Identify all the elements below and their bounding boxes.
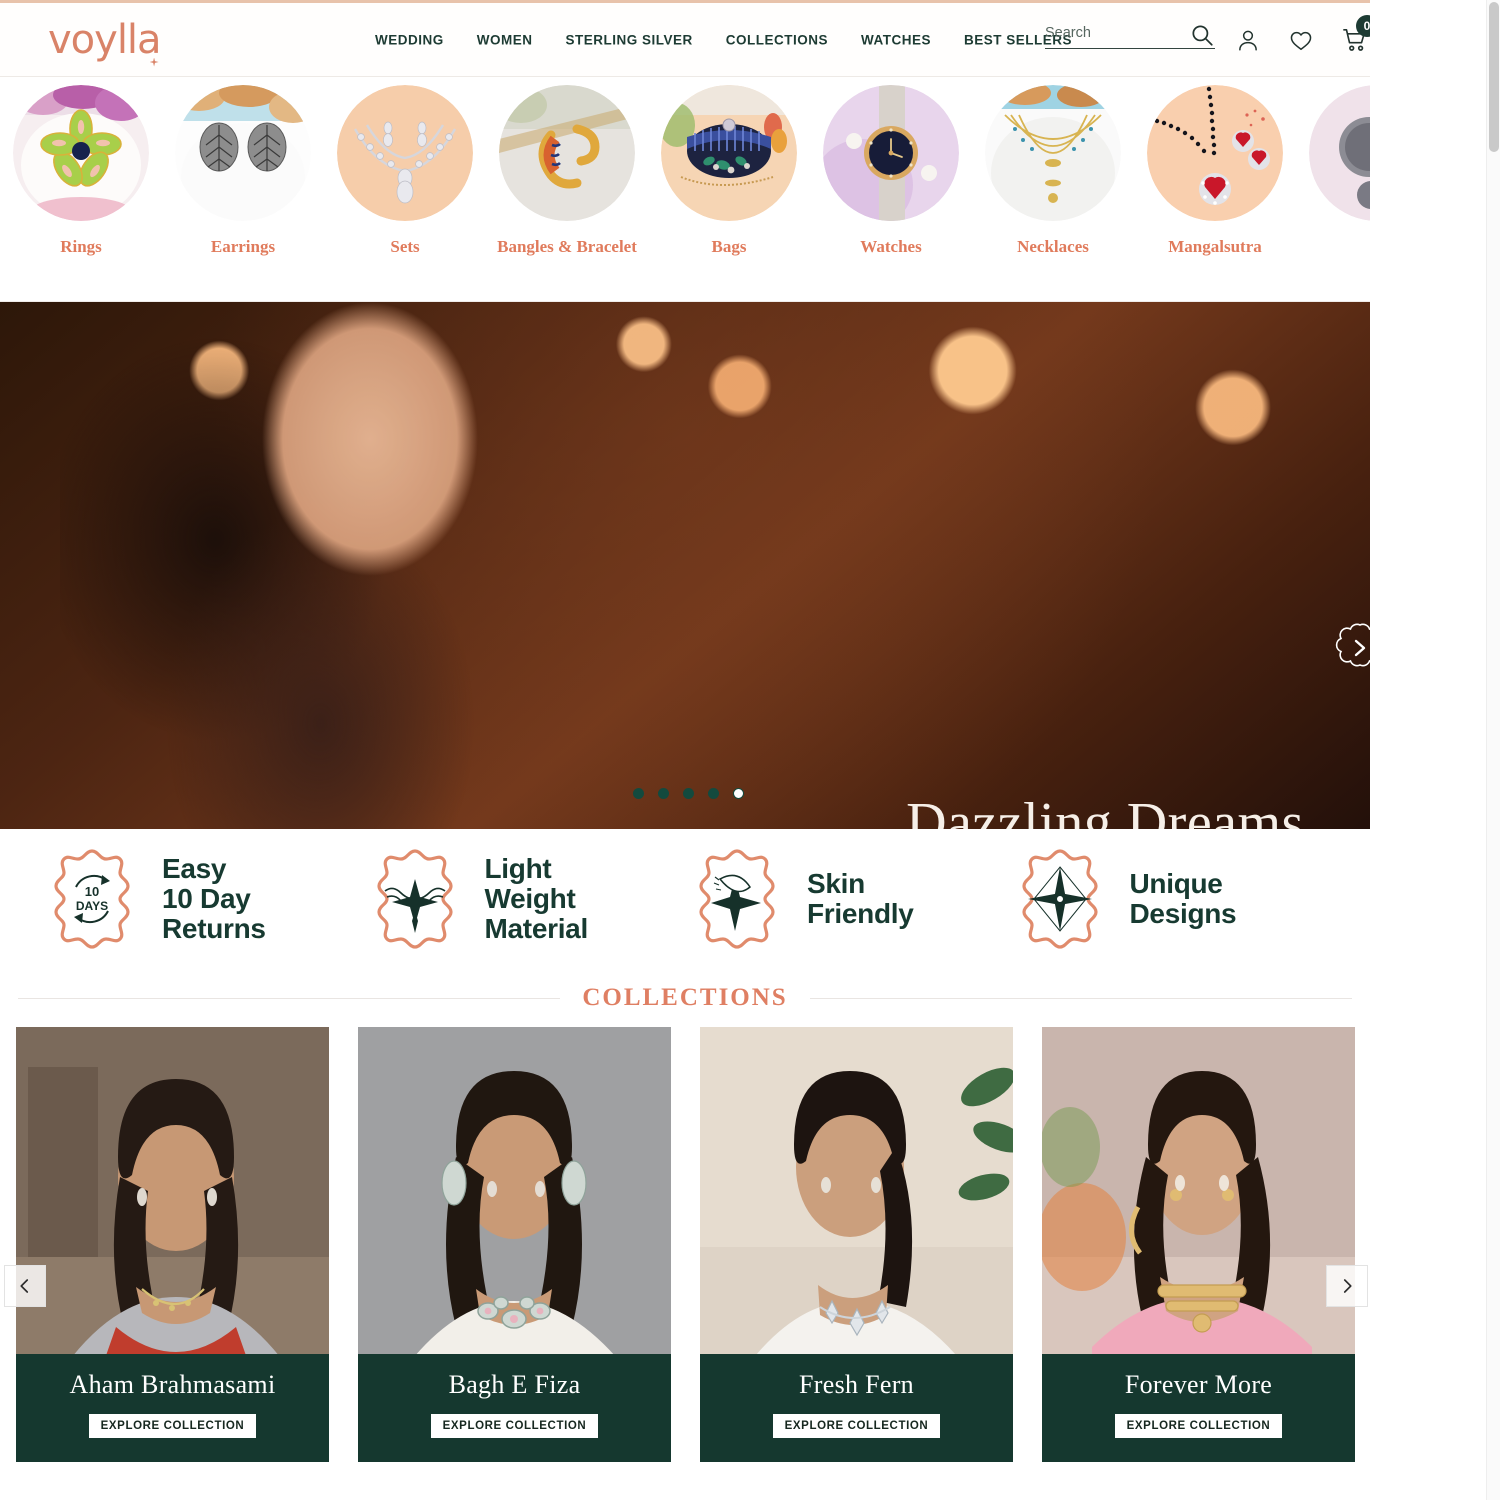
hero-next-arrow-button[interactable] — [1334, 622, 1370, 674]
feature-light-weight: Light Weight Material — [363, 847, 686, 951]
collection-name: Bagh E Fiza — [448, 1370, 581, 1399]
feather-skin-icon — [685, 847, 789, 951]
hero-title: Dazzling Dreams — [906, 792, 1304, 829]
site-header: voylla WEDDING WOMEN STERLING SILVER COL… — [0, 3, 1370, 77]
category-item-earrings[interactable]: Earrings — [162, 85, 324, 257]
ten-days-return-icon: 10 DAYS — [40, 847, 144, 951]
nav-item-collections[interactable]: COLLECTIONS — [726, 32, 828, 47]
brand-logo[interactable]: voylla — [48, 16, 162, 63]
nav-item-watches[interactable]: WATCHES — [861, 32, 931, 47]
hero-dot-5-active[interactable] — [733, 788, 744, 799]
feature-label: Skin Friendly — [807, 867, 914, 929]
category-image-bags — [661, 85, 797, 221]
hero-dot-2[interactable] — [658, 788, 669, 799]
divider-left — [18, 997, 561, 999]
collections-grid: Aham Brahmasami EXPLORE COLLECTION Bagh … — [16, 1027, 1355, 1462]
feature-label: Unique Designs — [1129, 867, 1237, 929]
collection-name: Fresh Fern — [799, 1370, 914, 1399]
collection-caption: Bagh E Fiza EXPLORE COLLECTION — [358, 1354, 671, 1462]
category-image-sets — [337, 85, 473, 221]
svg-text:10: 10 — [85, 884, 99, 899]
browser-viewport: voylla WEDDING WOMEN STERLING SILVER COL… — [0, 0, 1500, 1500]
category-image-bangles — [499, 85, 635, 221]
collection-name: Forever More — [1124, 1370, 1273, 1399]
cart-icon[interactable]: 0 — [1341, 14, 1370, 54]
svg-text:DAYS: DAYS — [76, 899, 108, 913]
collection-card[interactable]: Bagh E Fiza EXPLORE COLLECTION — [358, 1027, 671, 1462]
collections-title: COLLECTIONS — [582, 984, 788, 1011]
category-image-necklaces — [985, 85, 1121, 221]
explore-collection-button[interactable]: EXPLORE COLLECTION — [1114, 1414, 1283, 1438]
search-box — [1045, 25, 1215, 49]
hero-model-image — [60, 302, 680, 829]
category-image-mangalsutra — [1147, 85, 1283, 221]
category-item-watches[interactable]: Watches — [810, 85, 972, 257]
category-image-partial — [1309, 85, 1370, 221]
collection-card[interactable]: Forever More EXPLORE COLLECTION — [1042, 1027, 1355, 1462]
explore-collection-button[interactable]: EXPLORE COLLECTION — [772, 1414, 941, 1438]
category-image-rings — [13, 85, 149, 221]
category-label: Watches — [860, 237, 922, 256]
category-label: Rings — [60, 237, 102, 256]
explore-collection-button[interactable]: EXPLORE COLLECTION — [88, 1414, 257, 1438]
feature-skin-friendly: Skin Friendly — [685, 847, 1008, 951]
explore-collection-button[interactable]: EXPLORE COLLECTION — [430, 1414, 599, 1438]
feature-easy-returns: 10 DAYS Easy 10 Day Returns — [40, 847, 363, 951]
category-label: Earrings — [210, 237, 276, 256]
hero-carousel-dots — [633, 788, 744, 799]
category-label: Sets — [390, 237, 420, 256]
divider-right — [809, 997, 1353, 999]
page-scrollbar[interactable] — [1486, 0, 1500, 1500]
category-item-bags[interactable]: Bags — [648, 85, 810, 257]
category-item-partial-next[interactable] — [1296, 85, 1370, 257]
scrollbar-thumb[interactable] — [1489, 2, 1499, 152]
collections-header: COLLECTIONS — [18, 969, 1353, 1027]
collection-card[interactable]: Aham Brahmasami EXPLORE COLLECTION — [16, 1027, 329, 1462]
hero-dot-3[interactable] — [683, 788, 694, 799]
collections-next-arrow[interactable] — [1326, 1265, 1368, 1307]
collection-caption: Forever More EXPLORE COLLECTION — [1042, 1354, 1355, 1462]
category-strip: Rings Earrings Sets Bangles & Bracelet B… — [0, 77, 1370, 302]
category-list: Rings Earrings Sets Bangles & Bracelet B… — [0, 85, 1370, 257]
search-icon[interactable] — [1189, 22, 1215, 53]
hero-dot-4[interactable] — [708, 788, 719, 799]
nav-item-women[interactable]: WOMEN — [477, 32, 533, 47]
header-icon-group: 0 — [1235, 14, 1370, 54]
category-label: Bangles & Bracelet — [497, 237, 637, 256]
collections-prev-arrow[interactable] — [4, 1265, 46, 1307]
category-label: Necklaces — [1017, 237, 1089, 256]
collection-name: Aham Brahmasami — [69, 1370, 276, 1399]
category-item-mangalsutra[interactable]: Mangalsutra — [1134, 85, 1296, 257]
category-image-watches — [823, 85, 959, 221]
compass-star-icon — [1008, 847, 1112, 951]
feature-label: Light Weight Material — [484, 852, 589, 945]
nav-item-sterling-silver[interactable]: STERLING SILVER — [566, 32, 693, 47]
category-image-earrings — [175, 85, 311, 221]
search-input[interactable] — [1045, 25, 1175, 41]
light-weight-icon — [363, 847, 467, 951]
hero-copy-block: Dazzling Dreams Create Moments that Spar… — [845, 794, 1365, 829]
feature-unique-designs: Unique Designs — [1008, 847, 1331, 951]
collection-caption: Aham Brahmasami EXPLORE COLLECTION — [16, 1354, 329, 1462]
feature-badges-row: 10 DAYS Easy 10 Day Returns Light Weight… — [0, 829, 1370, 969]
category-item-bangles-bracelet[interactable]: Bangles & Bracelet — [486, 85, 648, 257]
category-item-rings[interactable]: Rings — [0, 85, 162, 257]
collection-caption: Fresh Fern EXPLORE COLLECTION — [700, 1354, 1013, 1462]
category-item-necklaces[interactable]: Necklaces — [972, 85, 1134, 257]
brand-logo-text: voylla — [48, 16, 162, 63]
nav-item-wedding[interactable]: WEDDING — [375, 32, 444, 47]
main-navigation: WEDDING WOMEN STERLING SILVER COLLECTION… — [375, 32, 1072, 47]
category-item-sets[interactable]: Sets — [324, 85, 486, 257]
feature-label: Easy 10 Day Returns — [162, 852, 266, 945]
user-icon[interactable] — [1235, 27, 1261, 53]
hero-banner: Dazzling Dreams Create Moments that Spar… — [0, 302, 1370, 829]
page-root: voylla WEDDING WOMEN STERLING SILVER COL… — [0, 0, 1370, 1500]
collections-carousel: Aham Brahmasami EXPLORE COLLECTION Bagh … — [0, 1027, 1370, 1462]
category-label: Mangalsutra — [1168, 237, 1262, 256]
heart-icon[interactable] — [1288, 27, 1314, 53]
collection-card[interactable]: Fresh Fern EXPLORE COLLECTION — [700, 1027, 1013, 1462]
hero-dot-1[interactable] — [633, 788, 644, 799]
category-label: Bags — [711, 237, 747, 256]
